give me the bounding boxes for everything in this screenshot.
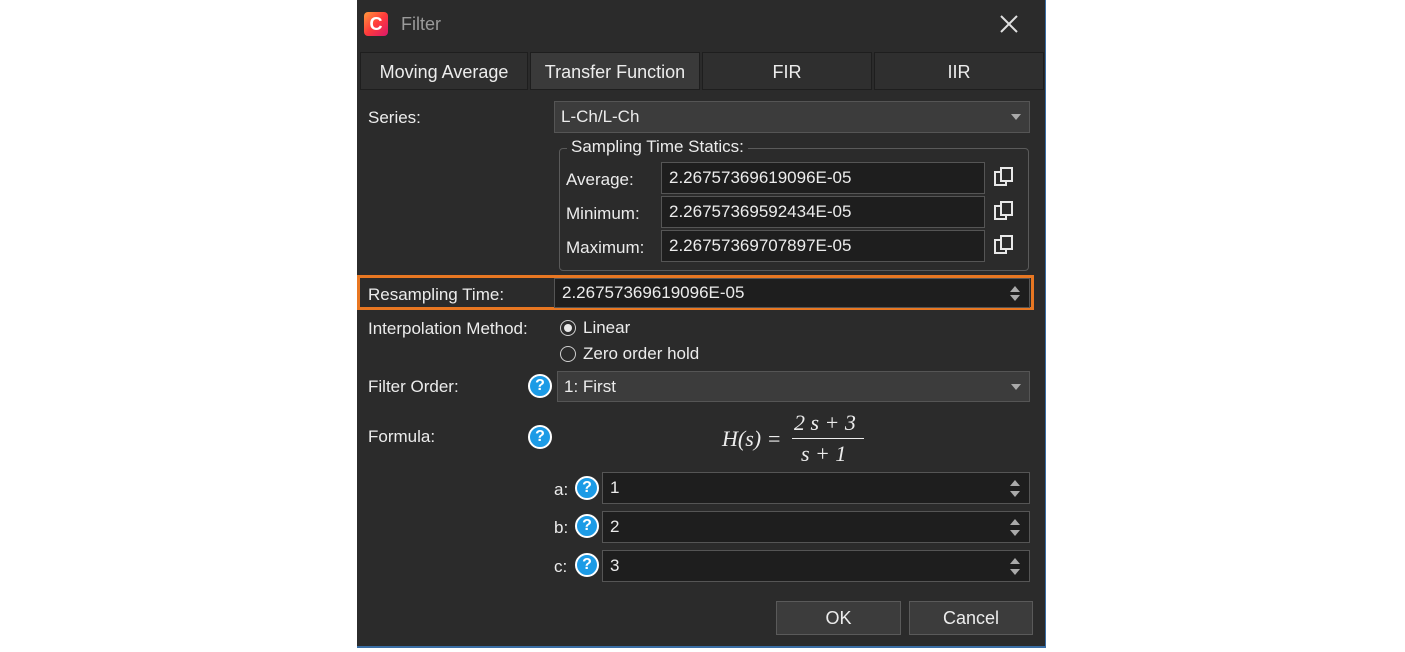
param-b-input[interactable]: 2 (602, 511, 1030, 543)
tab-moving-average[interactable]: Moving Average (360, 52, 528, 90)
param-c-help-icon[interactable]: ? (575, 553, 599, 577)
param-b-value: 2 (610, 517, 620, 536)
app-logo-letter: C (369, 14, 383, 34)
maximum-field[interactable]: 2.26757369707897E-05 (661, 230, 985, 262)
param-a-label: a: (554, 480, 569, 499)
tab-bar: Moving Average Transfer Function FIR IIR (360, 52, 1044, 90)
minimum-label: Minimum: (566, 204, 640, 223)
param-b-label: b: (554, 518, 569, 537)
tab-fir[interactable]: FIR (702, 52, 872, 90)
param-c-value: 3 (610, 556, 620, 575)
copy-average-icon[interactable] (993, 166, 1015, 188)
window-title: Filter (401, 14, 441, 34)
spin-down-icon[interactable] (1010, 295, 1020, 301)
minimum-field[interactable]: 2.26757369592434E-05 (661, 196, 985, 228)
spin-up-icon[interactable] (1010, 286, 1020, 292)
linear-label: Linear (583, 318, 631, 337)
param-a-input[interactable]: 1 (602, 472, 1030, 504)
param-c-label: c: (554, 557, 568, 576)
interpolation-label: Interpolation Method: (368, 319, 528, 338)
ok-button[interactable]: OK (776, 601, 901, 635)
chevron-down-icon (1011, 384, 1021, 390)
sampling-time-title: Sampling Time Statics: (567, 137, 748, 157)
resampling-label: Resampling Time: (368, 285, 505, 304)
fraction-bar (792, 438, 864, 439)
resampling-value: 2.26757369619096E-05 (562, 283, 745, 302)
filter-dialog: C Filter Moving Average Transfer Functio… (357, 0, 1046, 648)
copy-maximum-icon[interactable] (993, 234, 1015, 256)
filter-order-label: Filter Order: (368, 377, 459, 396)
cancel-button[interactable]: Cancel (909, 601, 1033, 635)
filter-order-value: 1: First (564, 377, 616, 396)
average-label: Average: (566, 170, 634, 189)
radio-zero-order-hold[interactable] (560, 346, 576, 362)
formula-label: Formula: (368, 427, 436, 446)
spin-down-icon[interactable] (1010, 530, 1020, 536)
app-logo-icon: C (364, 12, 388, 36)
close-button[interactable] (993, 8, 1025, 40)
title-bar: C Filter (357, 0, 1045, 50)
filter-order-help-icon[interactable]: ? (528, 374, 552, 398)
close-icon (1000, 15, 1018, 33)
param-c-input[interactable]: 3 (602, 550, 1030, 582)
tab-transfer-function[interactable]: Transfer Function (530, 52, 700, 90)
series-value: L-Ch/L-Ch (561, 107, 640, 126)
chevron-down-icon (1011, 114, 1021, 120)
param-b-help-icon[interactable]: ? (575, 514, 599, 538)
average-field[interactable]: 2.26757369619096E-05 (661, 162, 985, 194)
formula-denominator: s + 1 (801, 441, 847, 466)
spin-down-icon[interactable] (1010, 491, 1020, 497)
series-label: Series: (368, 108, 421, 127)
maximum-label: Maximum: (566, 238, 645, 257)
formula-numerator: 2 s + 3 (794, 410, 856, 435)
spin-up-icon[interactable] (1010, 480, 1020, 486)
spin-up-icon[interactable] (1010, 558, 1020, 564)
tab-iir[interactable]: IIR (874, 52, 1044, 90)
param-a-help-icon[interactable]: ? (575, 476, 599, 500)
series-select[interactable]: L-Ch/L-Ch (554, 101, 1030, 133)
zero-order-hold-label: Zero order hold (583, 344, 700, 363)
formula-help-icon[interactable]: ? (528, 425, 552, 449)
formula-lhs: H(s) = (722, 426, 782, 451)
radio-linear[interactable] (560, 320, 576, 336)
spin-down-icon[interactable] (1010, 569, 1020, 575)
spin-up-icon[interactable] (1010, 519, 1020, 525)
param-a-value: 1 (610, 478, 620, 497)
copy-minimum-icon[interactable] (993, 200, 1015, 222)
resampling-time-input[interactable]: 2.26757369619096E-05 (554, 278, 1030, 308)
filter-order-select[interactable]: 1: First (557, 371, 1030, 402)
